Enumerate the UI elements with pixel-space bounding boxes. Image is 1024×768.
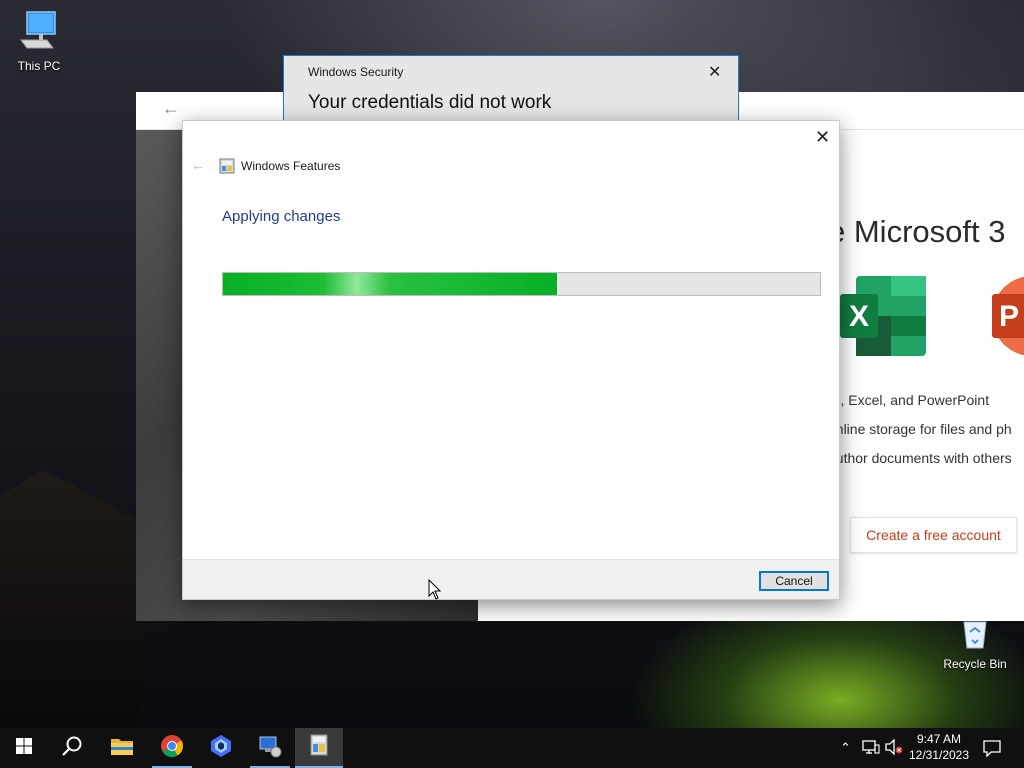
file-explorer-icon: [110, 736, 134, 761]
dialog-title: Windows Security: [308, 65, 404, 79]
taskbar: ⌃ 9:47 AM 12/31/2023: [0, 728, 1024, 768]
progress-fill: [223, 273, 558, 295]
office-feature-line: online storage for files and ph: [828, 421, 1012, 437]
network-icon[interactable]: [862, 739, 880, 758]
office-heading: e Microsoft 3: [828, 214, 1006, 249]
volume-muted-icon[interactable]: [885, 738, 903, 758]
desktop-icon-this-pc[interactable]: This PC: [4, 10, 74, 73]
dialog-footer: Cancel: [183, 559, 839, 599]
taskbar-windows-features[interactable]: [295, 728, 343, 768]
dialog-title: Windows Features: [241, 159, 341, 173]
search-button[interactable]: [48, 728, 96, 768]
clock-time: 9:47 AM: [916, 732, 962, 746]
start-button[interactable]: [0, 728, 48, 768]
powerpoint-icon: P: [992, 276, 1024, 363]
windows-features-dialog: ✕ ← Windows Features Applying changes Ca…: [182, 120, 840, 600]
progress-bar: [222, 272, 821, 296]
close-icon[interactable]: ✕: [815, 127, 830, 148]
desktop-icon-label: This PC: [17, 59, 61, 73]
windows-features-icon: [309, 734, 329, 761]
back-arrow-icon[interactable]: ←: [191, 157, 205, 173]
desktop-icon-label: Recycle Bin: [943, 657, 1007, 671]
search-icon: [61, 735, 83, 762]
status-text: Applying changes: [222, 208, 341, 225]
cancel-button[interactable]: Cancel: [759, 571, 829, 591]
mountain-silhouette: [0, 470, 140, 730]
windows-logo-icon: [16, 737, 32, 759]
windows-features-icon: [219, 158, 235, 179]
close-icon[interactable]: ✕: [708, 62, 721, 82]
chevron-up-icon[interactable]: ⌃: [840, 740, 851, 756]
recycle-bin-icon: [940, 620, 1010, 653]
taskbar-network-connections[interactable]: [246, 728, 294, 768]
office-feature-line: author documents with others: [828, 450, 1012, 466]
desktop-icon-recycle-bin[interactable]: Recycle Bin: [940, 620, 1010, 671]
dialog-heading: Your credentials did not work: [308, 92, 552, 113]
system-clock[interactable]: 9:47 AM 12/31/2023: [903, 731, 975, 763]
taskbar-chrome[interactable]: [148, 728, 196, 768]
computer-icon: [4, 10, 74, 55]
taskbar-copilot[interactable]: [197, 728, 245, 768]
svg-text:P: P: [999, 300, 1019, 333]
excel-icon: X: [840, 276, 926, 363]
create-free-account-button[interactable]: Create a free account: [850, 517, 1017, 553]
notifications-icon[interactable]: [983, 739, 1001, 760]
mouse-cursor-icon: [428, 578, 442, 606]
clock-date: 12/31/2023: [908, 748, 970, 762]
network-connections-icon: [258, 734, 282, 763]
svg-text:X: X: [849, 300, 869, 333]
back-arrow-icon[interactable]: ←: [162, 98, 180, 119]
office-feature-line: rd, Excel, and PowerPoint: [828, 392, 990, 408]
chrome-icon: [160, 734, 184, 763]
copilot-icon: [209, 734, 233, 763]
taskbar-file-explorer[interactable]: [98, 728, 146, 768]
